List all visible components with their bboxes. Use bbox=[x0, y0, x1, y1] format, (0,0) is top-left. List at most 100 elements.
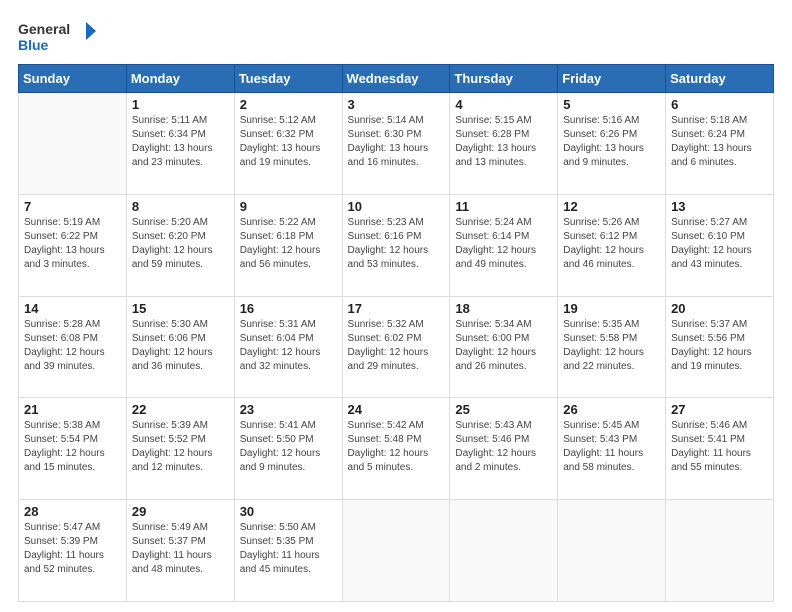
day-cell: 15 Sunrise: 5:30 AM Sunset: 6:06 PM Dayli… bbox=[126, 296, 234, 398]
day-info: Sunrise: 5:22 AM Sunset: 6:18 PM Dayligh… bbox=[240, 216, 337, 272]
day-number: 25 bbox=[455, 402, 552, 417]
weekday-header-tuesday: Tuesday bbox=[234, 65, 342, 93]
week-row-3: 14Sunrise: 5:28 AM Sunset: 6:08 PM Dayli… bbox=[19, 296, 774, 398]
day-number: 24 bbox=[348, 402, 445, 417]
day-number: 23 bbox=[240, 402, 337, 417]
day-cell: 17 Sunrise: 5:32 AM Sunset: 6:02 PM Dayli… bbox=[342, 296, 450, 398]
day-cell: 7Sunrise: 5:19 AM Sunset: 6:22 PM Daylig… bbox=[19, 194, 127, 296]
day-info: Sunrise: 5:28 AM Sunset: 6:08 PM Dayligh… bbox=[24, 318, 121, 374]
day-cell: 16 Sunrise: 5:31 AM Sunset: 6:04 PM Dayli… bbox=[234, 296, 342, 398]
day-number: 12 bbox=[563, 199, 660, 214]
day-cell: 8 Sunrise: 5:20 AM Sunset: 6:20 PM Daylig… bbox=[126, 194, 234, 296]
day-info: Sunrise: 5:24 AM Sunset: 6:14 PM Dayligh… bbox=[455, 216, 552, 272]
weekday-header-monday: Monday bbox=[126, 65, 234, 93]
day-info: Sunrise: 5:46 AM Sunset: 5:41 PM Dayligh… bbox=[671, 419, 768, 475]
day-number: 2 bbox=[240, 97, 337, 112]
day-cell bbox=[558, 500, 666, 602]
day-number: 27 bbox=[671, 402, 768, 417]
day-number: 13 bbox=[671, 199, 768, 214]
day-info: Sunrise: 5:26 AM Sunset: 6:12 PM Dayligh… bbox=[563, 216, 660, 272]
day-number: 5 bbox=[563, 97, 660, 112]
week-row-2: 7Sunrise: 5:19 AM Sunset: 6:22 PM Daylig… bbox=[19, 194, 774, 296]
day-number: 18 bbox=[455, 301, 552, 316]
day-number: 17 bbox=[348, 301, 445, 316]
weekday-header-row: SundayMondayTuesdayWednesdayThursdayFrid… bbox=[19, 65, 774, 93]
day-info: Sunrise: 5:37 AM Sunset: 5:56 PM Dayligh… bbox=[671, 318, 768, 374]
day-info: Sunrise: 5:14 AM Sunset: 6:30 PM Dayligh… bbox=[348, 114, 445, 170]
day-number: 3 bbox=[348, 97, 445, 112]
day-number: 1 bbox=[132, 97, 229, 112]
day-cell: 21 Sunrise: 5:38 AM Sunset: 5:54 PM Dayli… bbox=[19, 398, 127, 500]
week-row-5: 28 Sunrise: 5:47 AM Sunset: 5:39 PM Dayli… bbox=[19, 500, 774, 602]
day-cell: 29Sunrise: 5:49 AM Sunset: 5:37 PM Dayli… bbox=[126, 500, 234, 602]
day-info: Sunrise: 5:16 AM Sunset: 6:26 PM Dayligh… bbox=[563, 114, 660, 170]
day-info: Sunrise: 5:39 AM Sunset: 5:52 PM Dayligh… bbox=[132, 419, 229, 475]
day-cell bbox=[19, 93, 127, 195]
day-info: Sunrise: 5:41 AM Sunset: 5:50 PM Dayligh… bbox=[240, 419, 337, 475]
day-cell: 24Sunrise: 5:42 AM Sunset: 5:48 PM Dayli… bbox=[342, 398, 450, 500]
svg-text:General: General bbox=[18, 21, 70, 37]
day-cell: 22 Sunrise: 5:39 AM Sunset: 5:52 PM Dayli… bbox=[126, 398, 234, 500]
weekday-header-wednesday: Wednesday bbox=[342, 65, 450, 93]
day-number: 21 bbox=[24, 402, 121, 417]
day-info: Sunrise: 5:50 AM Sunset: 5:35 PM Dayligh… bbox=[240, 521, 337, 577]
day-cell: 6 Sunrise: 5:18 AM Sunset: 6:24 PM Daylig… bbox=[666, 93, 774, 195]
calendar-table: SundayMondayTuesdayWednesdayThursdayFrid… bbox=[18, 64, 774, 602]
day-cell: 30 Sunrise: 5:50 AM Sunset: 5:35 PM Dayli… bbox=[234, 500, 342, 602]
day-number: 10 bbox=[348, 199, 445, 214]
day-info: Sunrise: 5:34 AM Sunset: 6:00 PM Dayligh… bbox=[455, 318, 552, 374]
day-cell: 23 Sunrise: 5:41 AM Sunset: 5:50 PM Dayli… bbox=[234, 398, 342, 500]
day-number: 6 bbox=[671, 97, 768, 112]
day-cell: 18 Sunrise: 5:34 AM Sunset: 6:00 PM Dayli… bbox=[450, 296, 558, 398]
day-number: 16 bbox=[240, 301, 337, 316]
day-info: Sunrise: 5:30 AM Sunset: 6:06 PM Dayligh… bbox=[132, 318, 229, 374]
day-info: Sunrise: 5:20 AM Sunset: 6:20 PM Dayligh… bbox=[132, 216, 229, 272]
page: General Blue SundayMondayTuesdayWednesda… bbox=[0, 0, 792, 612]
day-cell: 5 Sunrise: 5:16 AM Sunset: 6:26 PM Daylig… bbox=[558, 93, 666, 195]
day-info: Sunrise: 5:47 AM Sunset: 5:39 PM Dayligh… bbox=[24, 521, 121, 577]
day-number: 8 bbox=[132, 199, 229, 214]
day-number: 22 bbox=[132, 402, 229, 417]
day-number: 20 bbox=[671, 301, 768, 316]
day-number: 30 bbox=[240, 504, 337, 519]
day-info: Sunrise: 5:15 AM Sunset: 6:28 PM Dayligh… bbox=[455, 114, 552, 170]
day-cell: 25 Sunrise: 5:43 AM Sunset: 5:46 PM Dayli… bbox=[450, 398, 558, 500]
logo: General Blue bbox=[18, 18, 98, 56]
week-row-4: 21 Sunrise: 5:38 AM Sunset: 5:54 PM Dayli… bbox=[19, 398, 774, 500]
day-cell: 20 Sunrise: 5:37 AM Sunset: 5:56 PM Dayli… bbox=[666, 296, 774, 398]
day-info: Sunrise: 5:38 AM Sunset: 5:54 PM Dayligh… bbox=[24, 419, 121, 475]
day-info: Sunrise: 5:11 AM Sunset: 6:34 PM Dayligh… bbox=[132, 114, 229, 170]
day-cell: 26 Sunrise: 5:45 AM Sunset: 5:43 PM Dayli… bbox=[558, 398, 666, 500]
day-info: Sunrise: 5:45 AM Sunset: 5:43 PM Dayligh… bbox=[563, 419, 660, 475]
weekday-header-saturday: Saturday bbox=[666, 65, 774, 93]
day-number: 29 bbox=[132, 504, 229, 519]
day-cell bbox=[342, 500, 450, 602]
day-info: Sunrise: 5:31 AM Sunset: 6:04 PM Dayligh… bbox=[240, 318, 337, 374]
day-cell: 3 Sunrise: 5:14 AM Sunset: 6:30 PM Daylig… bbox=[342, 93, 450, 195]
day-cell: 1 Sunrise: 5:11 AM Sunset: 6:34 PM Daylig… bbox=[126, 93, 234, 195]
weekday-header-thursday: Thursday bbox=[450, 65, 558, 93]
day-info: Sunrise: 5:18 AM Sunset: 6:24 PM Dayligh… bbox=[671, 114, 768, 170]
day-number: 7 bbox=[24, 199, 121, 214]
day-number: 15 bbox=[132, 301, 229, 316]
day-number: 26 bbox=[563, 402, 660, 417]
day-cell bbox=[666, 500, 774, 602]
day-cell: 11Sunrise: 5:24 AM Sunset: 6:14 PM Dayli… bbox=[450, 194, 558, 296]
day-number: 4 bbox=[455, 97, 552, 112]
day-number: 19 bbox=[563, 301, 660, 316]
day-number: 28 bbox=[24, 504, 121, 519]
day-cell: 2 Sunrise: 5:12 AM Sunset: 6:32 PM Daylig… bbox=[234, 93, 342, 195]
weekday-header-sunday: Sunday bbox=[19, 65, 127, 93]
day-cell: 27 Sunrise: 5:46 AM Sunset: 5:41 PM Dayli… bbox=[666, 398, 774, 500]
day-info: Sunrise: 5:27 AM Sunset: 6:10 PM Dayligh… bbox=[671, 216, 768, 272]
day-cell: 12 Sunrise: 5:26 AM Sunset: 6:12 PM Dayli… bbox=[558, 194, 666, 296]
day-info: Sunrise: 5:35 AM Sunset: 5:58 PM Dayligh… bbox=[563, 318, 660, 374]
day-number: 9 bbox=[240, 199, 337, 214]
day-info: Sunrise: 5:32 AM Sunset: 6:02 PM Dayligh… bbox=[348, 318, 445, 374]
day-info: Sunrise: 5:12 AM Sunset: 6:32 PM Dayligh… bbox=[240, 114, 337, 170]
day-cell: 4 Sunrise: 5:15 AM Sunset: 6:28 PM Daylig… bbox=[450, 93, 558, 195]
day-cell: 9 Sunrise: 5:22 AM Sunset: 6:18 PM Daylig… bbox=[234, 194, 342, 296]
svg-text:Blue: Blue bbox=[18, 37, 49, 53]
day-info: Sunrise: 5:43 AM Sunset: 5:46 PM Dayligh… bbox=[455, 419, 552, 475]
day-cell bbox=[450, 500, 558, 602]
